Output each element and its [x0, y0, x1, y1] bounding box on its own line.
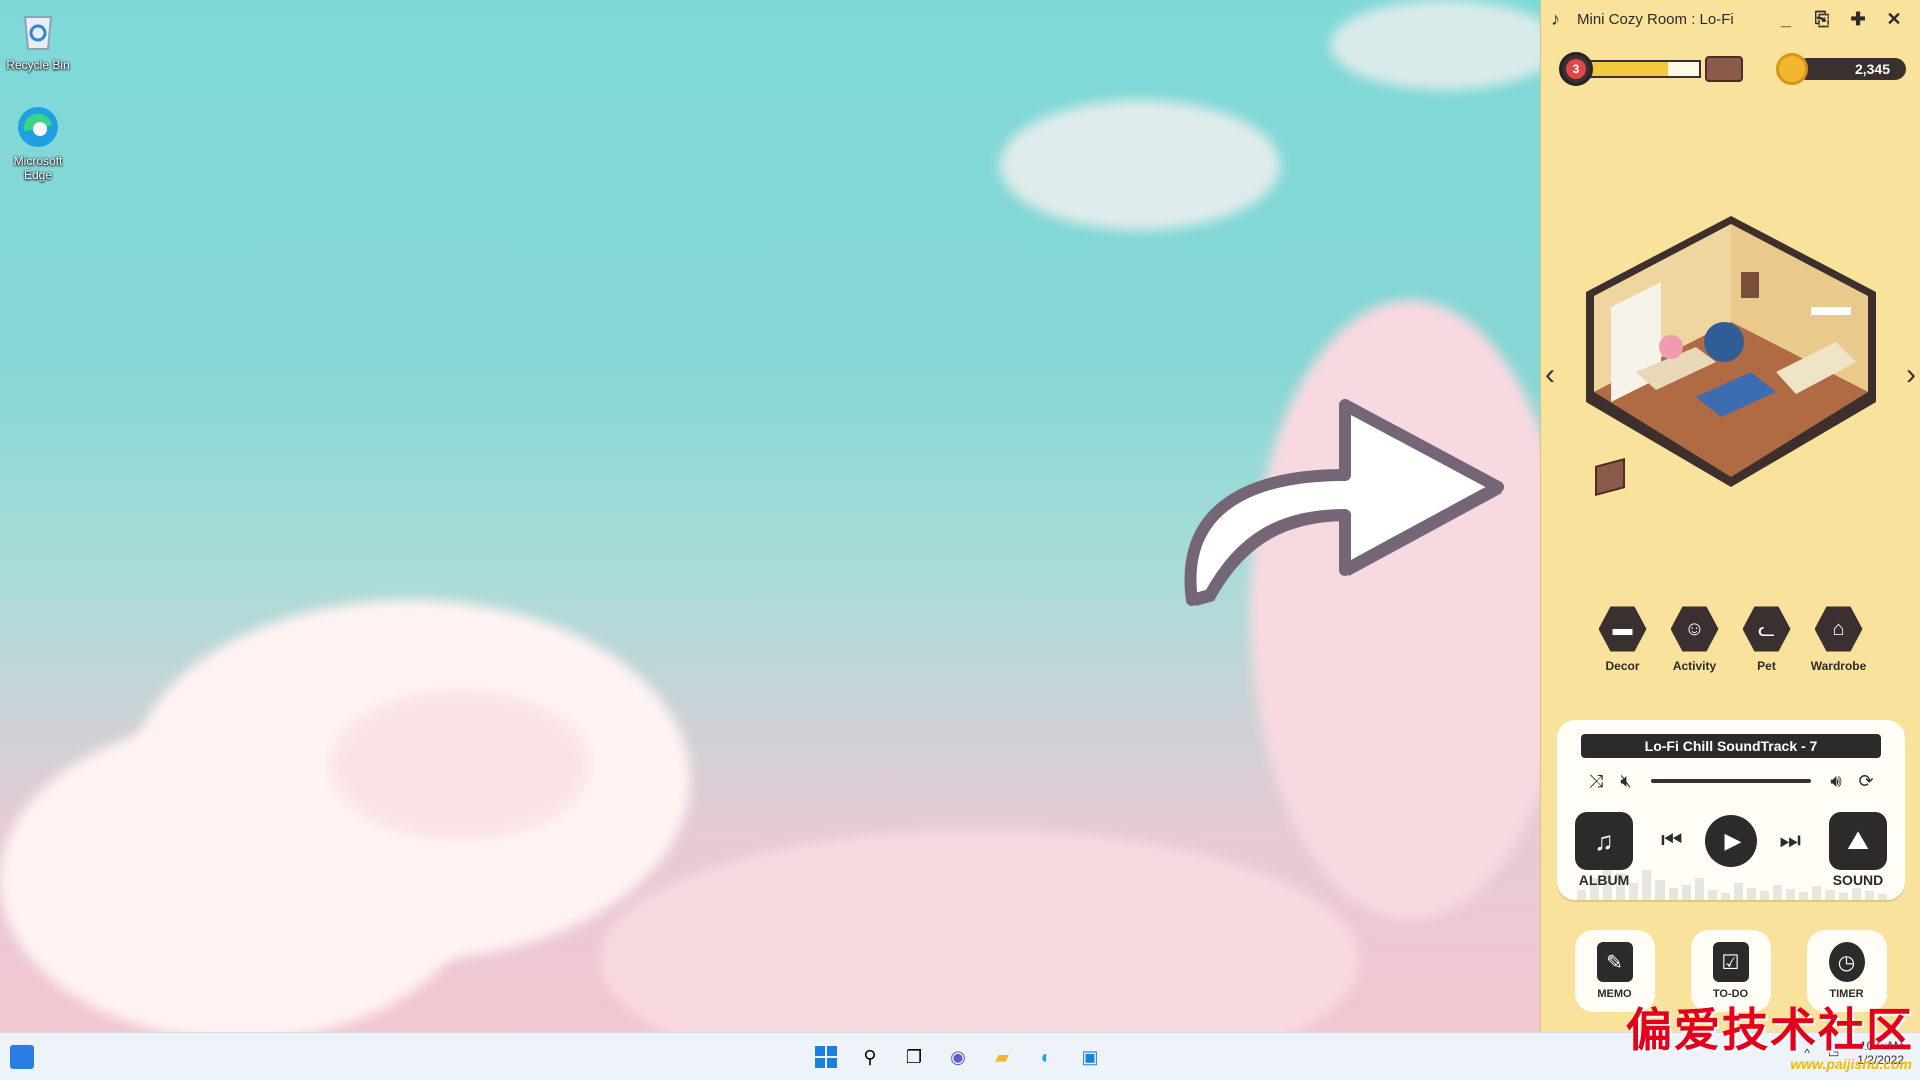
stopwatch-icon: ◷	[1828, 942, 1865, 982]
coin-icon	[1776, 53, 1808, 85]
cloud	[330, 690, 590, 840]
chest-icon[interactable]	[1705, 56, 1743, 82]
puzzle-button[interactable]: ✚	[1840, 4, 1876, 34]
file-explorer-icon[interactable]: ▰	[986, 1041, 1018, 1073]
visualizer-bar	[1799, 892, 1809, 900]
clipboard-icon: ☑	[1712, 942, 1749, 982]
menu-label: Decor	[1605, 659, 1640, 673]
level-number: 3	[1566, 59, 1586, 79]
play-button[interactable]: ▶	[1705, 815, 1757, 867]
level-badge: 3	[1559, 52, 1593, 86]
taskbar-apps: ⚲ ❐ ◉ ▰ ◐ ▣	[810, 1041, 1106, 1073]
track-title: Lo-Fi Chill SoundTrack - 7	[1581, 734, 1881, 758]
sofa-icon: ▬	[1598, 606, 1647, 652]
minimize-button[interactable]: _	[1768, 4, 1804, 34]
prev-room-arrow[interactable]: ‹	[1545, 358, 1555, 392]
memo-icon: ✎	[1596, 942, 1633, 982]
chat-icon[interactable]: ◉	[942, 1041, 974, 1073]
visualizer-bar	[1681, 885, 1691, 900]
start-icon[interactable]	[810, 1041, 842, 1073]
visualizer-bar	[1877, 894, 1887, 900]
visualizer-bar	[1694, 877, 1704, 900]
visualizer-bar	[1747, 887, 1757, 900]
titlebar: ♪ Mini Cozy Room : Lo-Fi _ ⎘ ✚ ✕	[1541, 0, 1920, 38]
puzzle-icon: ✚	[1850, 8, 1866, 29]
shuffle-icon[interactable]: ⤨	[1581, 771, 1611, 792]
desktop-icon-label: Microsoft Edge	[13, 154, 63, 182]
sound-label: SOUND	[1832, 872, 1884, 888]
menu-pet[interactable]: ᓚ Pet	[1739, 605, 1795, 673]
visualizer-bar	[1760, 891, 1770, 900]
desktop-icon-label: Recycle Bin	[6, 58, 70, 72]
menu-decor[interactable]: ▬ Decor	[1595, 605, 1651, 673]
cloud	[1000, 100, 1280, 230]
stats-bar: 3 2,345	[1555, 50, 1906, 88]
album-button[interactable]: ♫	[1575, 812, 1633, 870]
cloud	[1330, 0, 1560, 90]
visualizer-bar	[1838, 893, 1848, 900]
sound-scene-icon: ⛰	[1847, 825, 1869, 855]
mute-icon[interactable]: 🔇︎	[1611, 771, 1641, 792]
watermark-url: www.paijishu.com	[1790, 1056, 1912, 1072]
visualizer-bar	[1707, 890, 1717, 900]
player-controls: ⤨ 🔇︎ 🔊︎ ⟳	[1581, 768, 1881, 794]
visualizer-bar	[1812, 886, 1822, 900]
coin-counter: 2,345	[1796, 58, 1906, 80]
album-icon: ♫	[1594, 825, 1614, 856]
play-icon: ▶	[1724, 828, 1742, 853]
sound-button[interactable]: ⛰	[1829, 812, 1887, 870]
xp-bar	[1589, 60, 1701, 78]
next-track-icon[interactable]: ⏭︎	[1779, 827, 1801, 855]
volume-max-icon[interactable]: 🔊︎	[1821, 771, 1851, 792]
save-icon: ⎘	[1814, 8, 1830, 29]
music-note-icon: ♪	[1551, 8, 1560, 29]
previous-track-icon[interactable]: ⏮︎	[1661, 827, 1683, 855]
visualizer-bar	[1655, 880, 1665, 900]
room-menu: ▬ Decor ☺ Activity ᓚ Pet ⌂ Wardrobe	[1541, 605, 1920, 673]
music-player: Lo-Fi Chill SoundTrack - 7 ⤨ 🔇︎ 🔊︎ ⟳ ♫ A…	[1557, 720, 1905, 900]
album-label: ALBUM	[1578, 872, 1630, 888]
cloud	[600, 830, 1360, 1032]
window-title: Mini Cozy Room : Lo-Fi	[1577, 10, 1734, 28]
next-room-arrow[interactable]: ›	[1906, 358, 1916, 392]
task-view-icon[interactable]: ❐	[898, 1041, 930, 1073]
menu-label: Pet	[1757, 659, 1776, 673]
menu-label: Wardrobe	[1810, 659, 1867, 673]
visualizer-bar	[1851, 888, 1861, 900]
desktop-icon-edge[interactable]: Microsoft Edge	[0, 104, 76, 182]
visualizer-bar	[1668, 887, 1678, 900]
edge-icon[interactable]: ◐	[1030, 1041, 1062, 1073]
transport-controls: ⏮︎ ▶ ⏭︎	[1661, 812, 1801, 870]
visualizer-bar	[1773, 885, 1783, 900]
save-button[interactable]: ⎘	[1804, 4, 1840, 34]
close-icon: ✕	[1886, 8, 1902, 29]
menu-wardrobe[interactable]: ⌂ Wardrobe	[1811, 605, 1867, 673]
search-icon[interactable]: ⚲	[854, 1041, 886, 1073]
menu-label: Activity	[1672, 659, 1717, 673]
close-button[interactable]: ✕	[1876, 4, 1912, 34]
store-icon[interactable]: ▣	[1074, 1041, 1106, 1073]
person-icon: ☺	[1670, 606, 1719, 652]
recycle-bin-icon	[15, 8, 61, 54]
visualizer-bar	[1864, 891, 1874, 900]
visualizer-bar	[1720, 892, 1730, 900]
watermark-text: 偏爱技术社区	[1626, 1003, 1914, 1057]
xp-fill	[1589, 62, 1669, 76]
visualizer-bar	[1577, 890, 1587, 900]
hanger-icon: ⌂	[1814, 606, 1863, 652]
visualizer-bar	[1733, 882, 1744, 900]
volume-slider[interactable]	[1651, 779, 1811, 783]
repeat-icon[interactable]: ⟳	[1851, 771, 1881, 792]
widgets-icon[interactable]	[10, 1045, 34, 1069]
visualizer-bar	[1642, 870, 1652, 900]
visualizer-bar	[1825, 890, 1835, 900]
desktop-icon-recycle-bin[interactable]: Recycle Bin	[0, 8, 76, 72]
menu-activity[interactable]: ☺ Activity	[1667, 605, 1723, 673]
curved-arrow-graphic	[1184, 399, 1504, 606]
edge-icon	[15, 104, 61, 150]
cat-icon: ᓚ	[1742, 606, 1791, 652]
mini-cozy-room-window: ♪ Mini Cozy Room : Lo-Fi _ ⎘ ✚ ✕ 3 2,345…	[1540, 0, 1920, 1032]
visualizer-bar	[1786, 889, 1796, 900]
